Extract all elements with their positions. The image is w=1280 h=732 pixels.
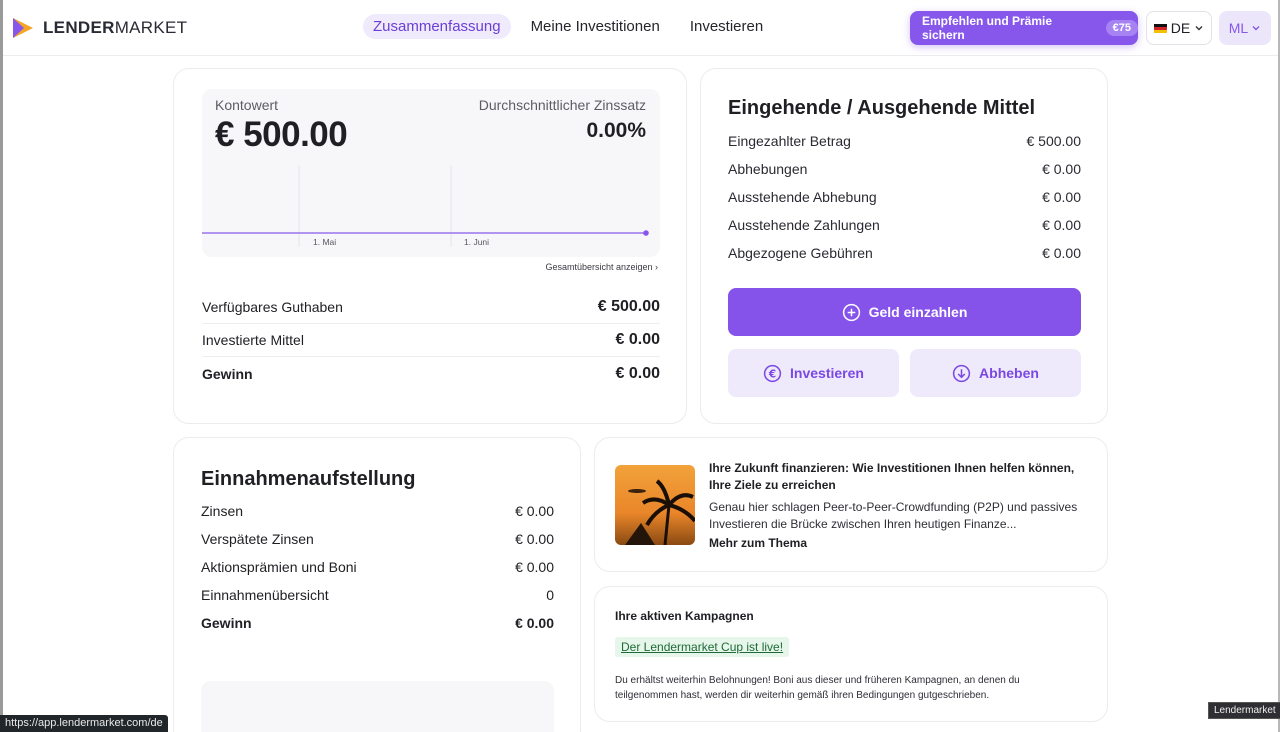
value-end-point [643,230,649,236]
campaigns-title: Ihre aktiven Kampagnen [615,609,754,623]
income-row-label: Verspätete Zinsen [201,531,314,547]
chevron-down-icon [1252,26,1260,31]
article-card[interactable]: Ihre Zukunft finanzieren: Wie Investitio… [594,437,1108,572]
status-bar-url: https://app.lendermarket.com/de [0,715,168,732]
income-row-value: € 0.00 [515,503,554,519]
lendermarket-logo-icon [13,18,33,38]
funds-card: Eingehende / Ausgehende Mittel Eingezahl… [700,68,1108,424]
income-card: Einnahmenaufstellung Zinsen € 0.00 Verspä… [173,437,581,732]
income-row-value: € 0.00 [515,531,554,547]
svg-text:€: € [768,368,776,380]
available-balance-label: Verfügbares Guthaben [202,299,343,315]
funds-row-value: € 0.00 [1042,189,1081,205]
income-row-label: Aktionsprämien und Boni [201,559,357,575]
brand-name: LENDERMARKET [43,18,188,37]
income-row-value: € 0.00 [515,615,554,631]
income-list: Zinsen € 0.00 Verspätete Zinsen € 0.00 Akt… [201,497,554,637]
campaign-link[interactable]: Der Lendermarket Cup ist live! [615,637,790,657]
list-item: Ausstehende Abhebung € 0.00 [728,183,1081,211]
chevron-down-icon [1195,26,1203,31]
euro-circle-icon: € [763,364,782,382]
funds-row-label: Eingezahlter Betrag [728,133,851,149]
user-initials: ML [1228,20,1249,36]
funds-list: Eingezahlter Betrag € 500.00 Abhebungen € … [728,127,1081,267]
active-campaigns-card: Ihre aktiven Kampagnen Der Lendermarket … [594,586,1108,722]
invested-funds-value: € 0.00 [615,331,660,348]
hover-tooltip: Lendermarket [1208,702,1280,719]
palm-sunset-image [615,465,695,545]
funds-title: Eingehende / Ausgehende Mittel [728,97,1036,119]
income-row-label: Einnahmenübersicht [201,587,329,603]
language-selector[interactable]: DE [1146,11,1212,45]
profit-label: Gewinn [202,365,253,382]
top-header: LENDERMARKET Zusammenfassung Meine Inves… [3,0,1278,56]
article-thumbnail [615,465,695,545]
language-code: DE [1170,20,1191,36]
available-balance-value: € 500.00 [597,298,660,315]
brand-logo[interactable]: LENDERMARKET [11,16,187,40]
list-item: Eingezahlter Betrag € 500.00 [728,127,1081,155]
list-item: Zinsen € 0.00 [201,497,554,525]
list-item: Verspätete Zinsen € 0.00 [201,525,554,553]
funds-row-label: Abhebungen [728,161,808,177]
list-item: Verfügbares Guthaben € 500.00 [202,291,660,324]
user-menu-button[interactable]: ML [1219,11,1271,45]
window-frame-left [0,0,3,732]
income-title: Einnahmenaufstellung [201,468,416,490]
funds-row-value: € 500.00 [1026,133,1082,149]
tick-label-mai: 1. Mai [313,237,336,247]
avg-interest-label: Durchschnittlicher Zinssatz [478,97,646,113]
refer-bonus-badge: €75 [1105,20,1138,36]
list-item: Investierte Mittel € 0.00 [202,324,660,357]
list-item: Abgezogene Gebühren € 0.00 [728,239,1081,267]
refer-friend-button[interactable]: Empfehlen und Prämie sichern €75 [910,11,1138,45]
kontowert-label: Kontowert [215,97,279,113]
list-item: Ausstehende Zahlungen € 0.00 [728,211,1081,239]
nav-investieren[interactable]: Investieren [680,14,773,39]
funds-row-value: € 0.00 [1042,161,1081,177]
main-nav: Zusammenfassung Meine Investitionen Inve… [363,14,773,39]
account-summary-panel: Kontowert € 500.00 Durchschnittlicher Zi… [202,89,660,257]
nav-meine-investitionen[interactable]: Meine Investitionen [521,14,670,39]
kontowert-value: € 500.00 [215,115,348,154]
list-item: Abhebungen € 0.00 [728,155,1081,183]
nav-zusammenfassung[interactable]: Zusammenfassung [363,14,511,39]
income-row-value: 0 [546,587,554,603]
list-item: Gewinn € 0.00 [202,357,660,390]
funds-row-label: Ausstehende Abhebung [728,189,877,205]
funds-row-label: Ausstehende Zahlungen [728,217,880,233]
read-more-link[interactable]: Mehr zum Thema [709,536,807,550]
overview-link[interactable]: Gesamtübersicht anzeigen › [545,262,658,272]
funds-row-value: € 0.00 [1042,217,1081,233]
income-row-label: Zinsen [201,503,244,519]
account-balance-list: Verfügbares Guthaben € 500.00 Investiert… [202,291,660,390]
profit-value: € 0.00 [615,364,660,382]
avg-interest-value: 0.00% [586,119,646,142]
list-item: Aktionsprämien und Boni € 0.00 [201,553,554,581]
invest-label: Investieren [790,365,864,381]
deposit-label: Geld einzahlen [868,304,968,320]
invest-button[interactable]: € Investieren [728,349,899,397]
withdraw-button[interactable]: Abheben [910,349,1081,397]
arrow-down-circle-icon [952,364,971,382]
refer-label: Empfehlen und Prämie sichern [922,14,1053,42]
campaigns-text: Du erhältst weiterhin Belohnungen! Boni … [615,675,1020,701]
list-item: Einnahmenübersicht 0 [201,581,554,609]
income-row-label: Gewinn [201,615,252,631]
list-item: Gewinn € 0.00 [201,609,554,637]
funds-row-value: € 0.00 [1042,245,1081,261]
plus-circle-icon [842,303,860,321]
funds-row-label: Abgezogene Gebühren [728,245,873,261]
tick-label-juni: 1. Juni [464,237,489,247]
income-chart-placeholder [201,681,554,732]
withdraw-label: Abheben [979,365,1039,381]
account-value-card: Kontowert € 500.00 Durchschnittlicher Zi… [173,68,687,424]
invested-funds-label: Investierte Mittel [202,332,304,348]
income-row-value: € 0.00 [515,559,554,575]
german-flag-icon [1153,23,1167,33]
deposit-button[interactable]: Geld einzahlen [728,288,1081,336]
account-value-sparkline: 1. Mai 1. Juni [202,165,649,247]
article-title[interactable]: Ihre Zukunft finanzieren: Wie Investitio… [709,460,1094,494]
article-excerpt: Genau hier schlagen Peer-to-Peer-Crowdfu… [709,500,1078,531]
